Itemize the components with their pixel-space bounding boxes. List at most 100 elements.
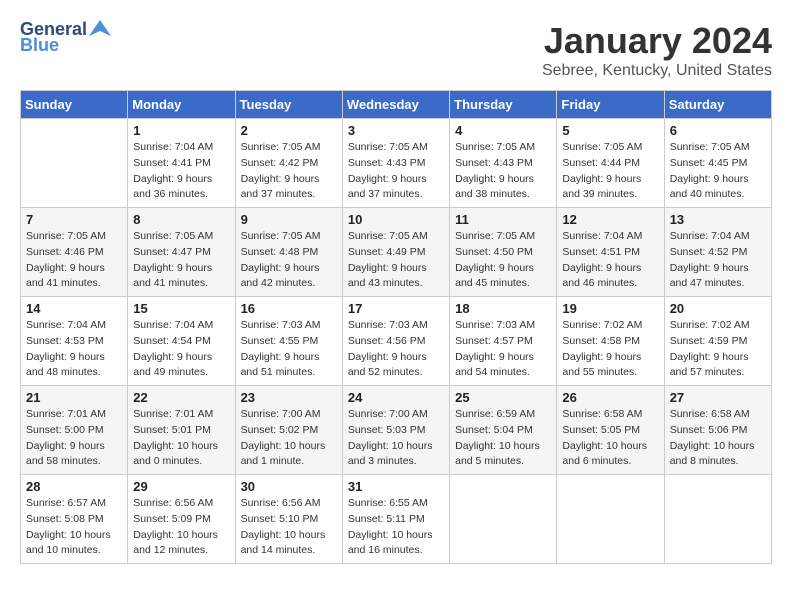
day-info: Sunrise: 7:05 AMSunset: 4:48 PMDaylight:…	[241, 229, 337, 292]
calendar-cell: 20 Sunrise: 7:02 AMSunset: 4:59 PMDayligh…	[664, 297, 771, 386]
calendar-cell: 18 Sunrise: 7:03 AMSunset: 4:57 PMDayligh…	[450, 297, 557, 386]
day-info: Sunrise: 7:05 AMSunset: 4:44 PMDaylight:…	[562, 140, 658, 203]
day-info: Sunrise: 7:04 AMSunset: 4:53 PMDaylight:…	[26, 318, 122, 381]
calendar-week-row: 7 Sunrise: 7:05 AMSunset: 4:46 PMDaylight…	[21, 208, 772, 297]
calendar-cell: 10 Sunrise: 7:05 AMSunset: 4:49 PMDayligh…	[342, 208, 449, 297]
location-text: Sebree, Kentucky, United States	[542, 62, 772, 80]
day-number: 13	[670, 212, 766, 227]
day-number: 7	[26, 212, 122, 227]
day-number: 24	[348, 390, 444, 405]
day-number: 15	[133, 301, 229, 316]
weekday-header-cell: Tuesday	[235, 91, 342, 119]
calendar-cell: 14Sunrise: 7:04 AMSunset: 4:53 PMDayligh…	[21, 297, 128, 386]
day-info: Sunrise: 6:59 AMSunset: 5:04 PMDaylight:…	[455, 407, 551, 470]
day-number: 5	[562, 123, 658, 138]
calendar-week-row: 14Sunrise: 7:04 AMSunset: 4:53 PMDayligh…	[21, 297, 772, 386]
day-info: Sunrise: 7:03 AMSunset: 4:56 PMDaylight:…	[348, 318, 444, 381]
day-info: Sunrise: 7:02 AMSunset: 4:58 PMDaylight:…	[562, 318, 658, 381]
calendar-cell: 27 Sunrise: 6:58 AMSunset: 5:06 PMDayligh…	[664, 386, 771, 475]
calendar-cell: 26 Sunrise: 6:58 AMSunset: 5:05 PMDayligh…	[557, 386, 664, 475]
logo-bird-icon	[89, 18, 111, 40]
day-number: 28	[26, 479, 122, 494]
day-number: 27	[670, 390, 766, 405]
day-number: 1	[133, 123, 229, 138]
calendar-cell: 28 Sunrise: 6:57 AMSunset: 5:08 PMDayligh…	[21, 475, 128, 564]
day-info: Sunrise: 7:03 AMSunset: 4:57 PMDaylight:…	[455, 318, 551, 381]
day-number: 20	[670, 301, 766, 316]
calendar-cell	[664, 475, 771, 564]
title-area: January 2024 Sebree, Kentucky, United St…	[542, 20, 772, 80]
calendar-cell: 11 Sunrise: 7:05 AMSunset: 4:50 PMDayligh…	[450, 208, 557, 297]
day-number: 17	[348, 301, 444, 316]
weekday-header-row: SundayMondayTuesdayWednesdayThursdayFrid…	[21, 91, 772, 119]
day-number: 3	[348, 123, 444, 138]
day-info: Sunrise: 6:58 AMSunset: 5:05 PMDaylight:…	[562, 407, 658, 470]
day-info: Sunrise: 7:00 AMSunset: 5:02 PMDaylight:…	[241, 407, 337, 470]
calendar-cell	[21, 119, 128, 208]
day-number: 6	[670, 123, 766, 138]
day-info: Sunrise: 6:58 AMSunset: 5:06 PMDaylight:…	[670, 407, 766, 470]
calendar-cell: 13Sunrise: 7:04 AMSunset: 4:52 PMDayligh…	[664, 208, 771, 297]
day-info: Sunrise: 7:05 AMSunset: 4:42 PMDaylight:…	[241, 140, 337, 203]
weekday-header-cell: Friday	[557, 91, 664, 119]
calendar-week-row: 28 Sunrise: 6:57 AMSunset: 5:08 PMDayligh…	[21, 475, 772, 564]
calendar-week-row: 1 Sunrise: 7:04 AMSunset: 4:41 PMDaylight…	[21, 119, 772, 208]
weekday-header-cell: Wednesday	[342, 91, 449, 119]
day-number: 4	[455, 123, 551, 138]
day-info: Sunrise: 6:55 AMSunset: 5:11 PMDaylight:…	[348, 496, 444, 559]
day-number: 11	[455, 212, 551, 227]
day-info: Sunrise: 7:01 AMSunset: 5:00 PMDaylight:…	[26, 407, 122, 470]
day-number: 2	[241, 123, 337, 138]
calendar-cell: 3 Sunrise: 7:05 AMSunset: 4:43 PMDaylight…	[342, 119, 449, 208]
day-info: Sunrise: 6:56 AMSunset: 5:09 PMDaylight:…	[133, 496, 229, 559]
calendar-cell: 25 Sunrise: 6:59 AMSunset: 5:04 PMDayligh…	[450, 386, 557, 475]
day-info: Sunrise: 7:02 AMSunset: 4:59 PMDaylight:…	[670, 318, 766, 381]
day-info: Sunrise: 6:56 AMSunset: 5:10 PMDaylight:…	[241, 496, 337, 559]
day-info: Sunrise: 7:04 AMSunset: 4:41 PMDaylight:…	[133, 140, 229, 203]
weekday-header-cell: Monday	[128, 91, 235, 119]
calendar-cell: 4 Sunrise: 7:05 AMSunset: 4:43 PMDaylight…	[450, 119, 557, 208]
day-number: 10	[348, 212, 444, 227]
day-number: 23	[241, 390, 337, 405]
calendar-cell: 1 Sunrise: 7:04 AMSunset: 4:41 PMDaylight…	[128, 119, 235, 208]
day-number: 18	[455, 301, 551, 316]
calendar-cell: 19 Sunrise: 7:02 AMSunset: 4:58 PMDayligh…	[557, 297, 664, 386]
calendar-cell: 31Sunrise: 6:55 AMSunset: 5:11 PMDayligh…	[342, 475, 449, 564]
calendar-cell	[450, 475, 557, 564]
day-info: Sunrise: 7:05 AMSunset: 4:50 PMDaylight:…	[455, 229, 551, 292]
day-info: Sunrise: 7:05 AMSunset: 4:47 PMDaylight:…	[133, 229, 229, 292]
weekday-header-cell: Thursday	[450, 91, 557, 119]
calendar-body: 1 Sunrise: 7:04 AMSunset: 4:41 PMDaylight…	[21, 119, 772, 564]
calendar-cell: 29 Sunrise: 6:56 AMSunset: 5:09 PMDayligh…	[128, 475, 235, 564]
calendar-cell	[557, 475, 664, 564]
day-info: Sunrise: 7:04 AMSunset: 4:51 PMDaylight:…	[562, 229, 658, 292]
weekday-header-cell: Saturday	[664, 91, 771, 119]
calendar-cell: 5 Sunrise: 7:05 AMSunset: 4:44 PMDaylight…	[557, 119, 664, 208]
day-number: 25	[455, 390, 551, 405]
day-number: 30	[241, 479, 337, 494]
calendar-cell: 23 Sunrise: 7:00 AMSunset: 5:02 PMDayligh…	[235, 386, 342, 475]
day-number: 16	[241, 301, 337, 316]
day-info: Sunrise: 7:05 AMSunset: 4:43 PMDaylight:…	[455, 140, 551, 203]
calendar-cell: 6Sunrise: 7:05 AMSunset: 4:45 PMDaylight…	[664, 119, 771, 208]
calendar-cell: 24Sunrise: 7:00 AMSunset: 5:03 PMDayligh…	[342, 386, 449, 475]
calendar-cell: 9 Sunrise: 7:05 AMSunset: 4:48 PMDaylight…	[235, 208, 342, 297]
calendar-week-row: 21Sunrise: 7:01 AMSunset: 5:00 PMDayligh…	[21, 386, 772, 475]
day-info: Sunrise: 7:03 AMSunset: 4:55 PMDaylight:…	[241, 318, 337, 381]
day-info: Sunrise: 7:05 AMSunset: 4:49 PMDaylight:…	[348, 229, 444, 292]
day-info: Sunrise: 7:05 AMSunset: 4:43 PMDaylight:…	[348, 140, 444, 203]
calendar-cell: 8Sunrise: 7:05 AMSunset: 4:47 PMDaylight…	[128, 208, 235, 297]
day-info: Sunrise: 7:04 AMSunset: 4:54 PMDaylight:…	[133, 318, 229, 381]
day-number: 9	[241, 212, 337, 227]
day-number: 29	[133, 479, 229, 494]
calendar-cell: 12Sunrise: 7:04 AMSunset: 4:51 PMDayligh…	[557, 208, 664, 297]
day-info: Sunrise: 7:01 AMSunset: 5:01 PMDaylight:…	[133, 407, 229, 470]
calendar-cell: 30 Sunrise: 6:56 AMSunset: 5:10 PMDayligh…	[235, 475, 342, 564]
day-info: Sunrise: 7:05 AMSunset: 4:46 PMDaylight:…	[26, 229, 122, 292]
day-number: 19	[562, 301, 658, 316]
day-number: 26	[562, 390, 658, 405]
month-title: January 2024	[542, 20, 772, 62]
weekday-header-cell: Sunday	[21, 91, 128, 119]
day-info: Sunrise: 6:57 AMSunset: 5:08 PMDaylight:…	[26, 496, 122, 559]
day-number: 22	[133, 390, 229, 405]
